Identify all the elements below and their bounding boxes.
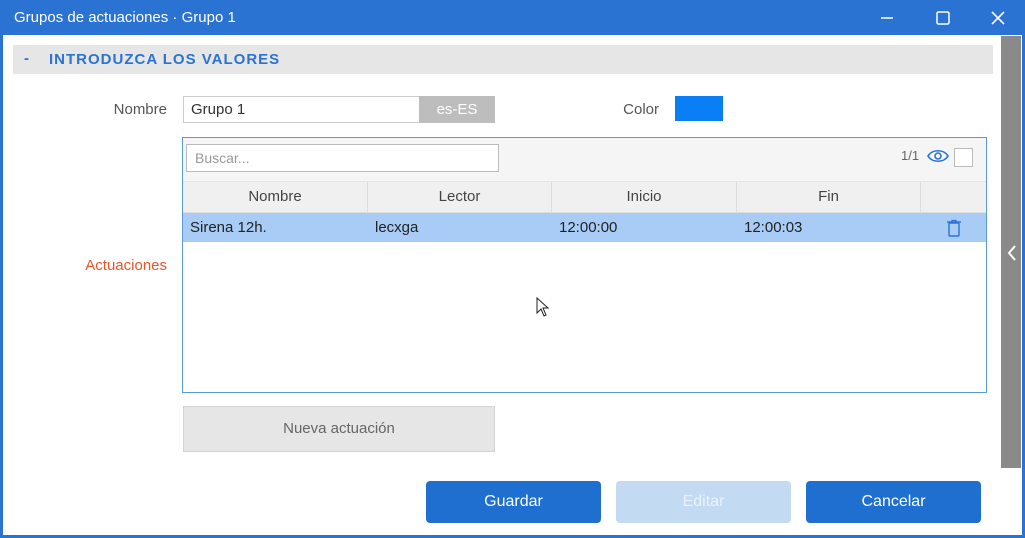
title-bar: Grupos de actuaciones · Grupo 1: [3, 0, 1025, 35]
close-icon: [991, 10, 1005, 25]
mouse-cursor-icon: [536, 297, 550, 317]
trash-icon[interactable]: [946, 219, 962, 237]
dialog-window: Grupos de actuaciones · Grupo 1 - INTROD…: [0, 0, 1025, 538]
grid-toolbar: 1/1: [183, 138, 986, 182]
cancel-button[interactable]: Cancelar: [806, 481, 981, 523]
section-title: INTRODUZCA LOS VALORES: [49, 51, 281, 68]
cell-nombre: Sirena 12h.: [190, 219, 267, 236]
actions-label: Actuaciones: [85, 257, 167, 274]
minimize-button[interactable]: [864, 0, 910, 35]
edit-button[interactable]: Editar: [616, 481, 791, 523]
name-field[interactable]: [183, 96, 420, 123]
section-header[interactable]: - INTRODUZCA LOS VALORES: [13, 45, 993, 74]
name-label: Nombre: [113, 101, 167, 118]
close-button[interactable]: [975, 0, 1021, 35]
grid-header: Nombre Lector Inicio Fin: [183, 182, 986, 213]
save-button[interactable]: Guardar: [426, 481, 601, 523]
cell-fin: 12:00:03: [744, 219, 803, 236]
section-collapse-toggle[interactable]: -: [24, 50, 29, 67]
cell-inicio: 12:00:00: [559, 219, 618, 236]
column-header-fin[interactable]: Fin: [737, 182, 921, 212]
select-all-checkbox[interactable]: [954, 148, 973, 167]
maximize-icon: [936, 10, 950, 25]
column-header-inicio[interactable]: Inicio: [552, 182, 737, 212]
color-picker-swatch[interactable]: [675, 96, 723, 121]
pager-indicator: 1/1: [901, 148, 920, 163]
chevron-left-icon[interactable]: [1002, 233, 1022, 273]
actions-grid: 1/1 Nombre Lector Inicio Fin Sirena 12h.…: [182, 137, 987, 393]
column-header-lector[interactable]: Lector: [368, 182, 552, 212]
minimize-icon: [881, 16, 893, 19]
search-input[interactable]: [186, 144, 499, 172]
column-header-actions: [921, 182, 986, 212]
language-button[interactable]: es-ES: [419, 96, 495, 123]
new-action-button[interactable]: Nueva actuación: [183, 406, 495, 452]
eye-icon[interactable]: [926, 147, 950, 165]
cell-lector: lecxga: [375, 219, 419, 236]
color-label: Color: [623, 101, 659, 118]
window-title: Grupos de actuaciones · Grupo 1: [14, 9, 236, 26]
table-row[interactable]: Sirena 12h. lecxga 12:00:00 12:00:03: [183, 213, 986, 242]
column-header-nombre[interactable]: Nombre: [183, 182, 368, 212]
maximize-button[interactable]: [920, 0, 966, 35]
